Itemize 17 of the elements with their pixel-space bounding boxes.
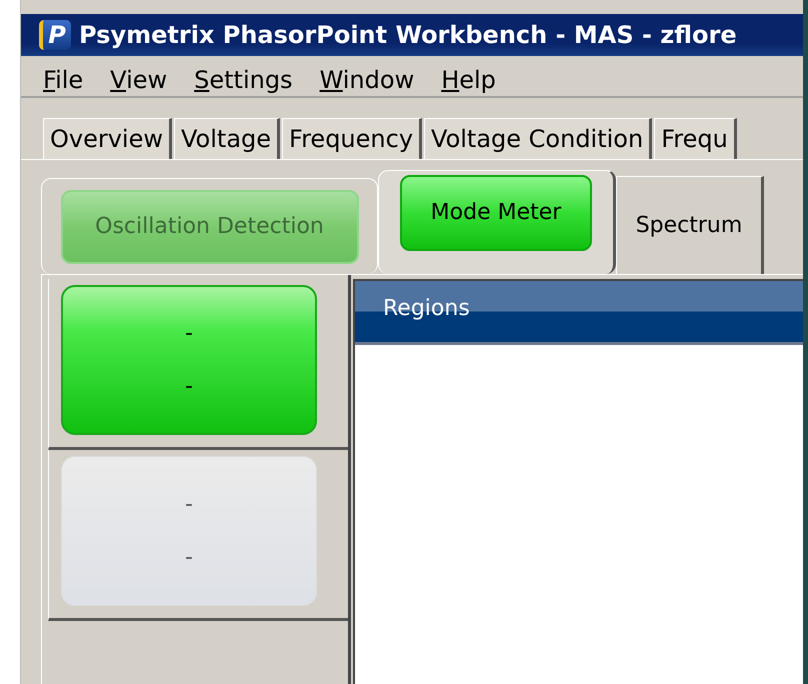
menu-item[interactable]: Settings [194, 66, 293, 96]
status-tile[interactable]: - - [61, 456, 317, 606]
status-tile[interactable]: - - [61, 285, 317, 435]
tab[interactable]: Spectrum [636, 213, 742, 238]
tab[interactable]: Overview [43, 118, 172, 159]
panel-title: Regions [383, 296, 470, 321]
tab[interactable]: Voltage Condition [424, 118, 652, 159]
tab[interactable]: Frequ [654, 118, 737, 159]
tab[interactable]: Frequency [282, 118, 422, 159]
menu-item[interactable]: Window [320, 66, 414, 96]
tab[interactable]: Voltage [174, 118, 280, 159]
window-title: Psymetrix PhasorPoint Workbench - MAS - zflore [79, 21, 737, 49]
app-logo: P [39, 20, 71, 50]
menu-item[interactable]: View [110, 66, 168, 96]
menu-item[interactable]: File [43, 66, 84, 96]
menu-item[interactable]: Help [441, 66, 496, 96]
tab[interactable]: Mode Meter [400, 174, 592, 250]
